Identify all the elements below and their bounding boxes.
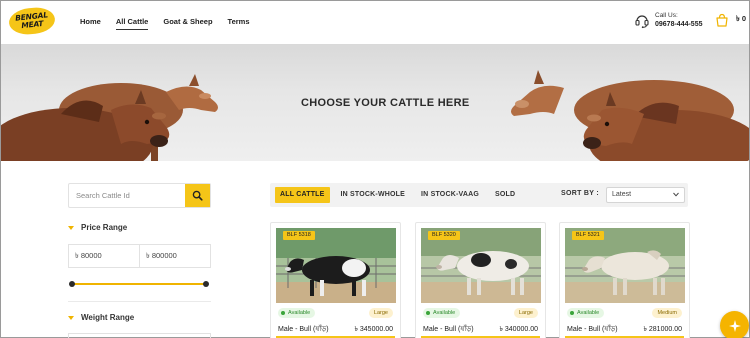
cattle-card[interactable]: BLF 5321 Available Medium Male - Bull (ষ… <box>559 222 690 338</box>
tab-in-stock-vaag[interactable]: IN STOCK-VAAG <box>416 187 484 203</box>
price-range-title: Price Range <box>81 223 128 232</box>
cattle-right-image <box>511 70 749 161</box>
caret-down-icon <box>68 225 74 230</box>
price-max-field[interactable]: ৳ 800000 <box>139 245 210 267</box>
cart-total: ৳ 0 <box>736 14 746 23</box>
status-text: Available <box>288 310 311 316</box>
weight-range-toggle[interactable]: Weight Range <box>68 313 134 322</box>
cattle-title[interactable]: Male - Bull (ষাঁড়) <box>423 323 474 335</box>
chevron-down-icon <box>673 192 679 197</box>
site-header: BENGAL MEAT Home All Cattle Goat & Sheep… <box>1 1 749 43</box>
size-badge: Large <box>368 308 393 318</box>
cattle-card[interactable]: BLF 5320 Available Large Male - Bull (ষা… <box>415 222 546 338</box>
nav-terms[interactable]: Terms <box>228 17 250 30</box>
status-dot-icon <box>281 311 285 315</box>
status-dot-icon <box>570 311 574 315</box>
cattle-code-badge: BLF 5320 <box>428 231 460 240</box>
sort-label: SORT BY : <box>561 190 599 197</box>
nav-all-cattle[interactable]: All Cattle <box>115 17 149 30</box>
status-badge: Available <box>423 308 461 318</box>
slider-max-handle[interactable] <box>203 281 209 287</box>
shopping-bag-icon <box>716 13 728 27</box>
weight-range-title: Weight Range <box>81 313 135 322</box>
contact-info[interactable]: Call Us: 09678-444-555 <box>634 12 703 29</box>
cattle-code-badge: BLF 5321 <box>572 231 604 240</box>
weight-range-inputs[interactable] <box>68 333 211 338</box>
price-range-toggle[interactable]: Price Range <box>68 223 127 232</box>
cart-button[interactable]: ৳ 0 <box>715 13 746 27</box>
banner-title: CHOOSE YOUR CATTLE HERE <box>301 97 470 109</box>
price-range-slider[interactable] <box>69 281 209 287</box>
status-text: Available <box>577 310 600 316</box>
logo-line2: MEAT <box>20 18 44 31</box>
contact-label: Call Us: <box>655 12 678 19</box>
caret-down-icon <box>68 315 74 320</box>
sort-select[interactable]: Latest <box>606 187 685 203</box>
cattle-title[interactable]: Male - Bull (ষাঁড়) <box>567 323 618 335</box>
nav-goat-sheep[interactable]: Goat & Sheep <box>163 17 212 30</box>
tab-all-cattle[interactable]: ALL CATTLE <box>275 187 330 203</box>
floating-action-button[interactable] <box>720 311 749 338</box>
cattle-price: ৳ 281000.00 <box>643 326 682 333</box>
slider-min-handle[interactable] <box>69 281 75 287</box>
search-input[interactable] <box>69 184 186 207</box>
brand-logo[interactable]: BENGAL MEAT <box>7 5 57 37</box>
cattle-left-image <box>1 74 218 161</box>
price-min-field[interactable]: ৳ 80000 <box>69 245 139 267</box>
contact-phone[interactable]: 09678-444-555 <box>655 20 703 29</box>
search-box <box>68 183 211 208</box>
cattle-code-badge: BLF 5318 <box>283 231 315 240</box>
search-button[interactable] <box>185 184 210 207</box>
sparkle-icon <box>728 319 741 332</box>
main-nav: Home All Cattle Goat & Sheep Terms <box>80 17 265 30</box>
status-text: Available <box>433 310 456 316</box>
cattle-price: ৳ 345000.00 <box>354 326 393 333</box>
cattle-price: ৳ 340000.00 <box>499 326 538 333</box>
status-badge: Available <box>278 308 316 318</box>
tab-sold[interactable]: SOLD <box>490 187 520 203</box>
size-badge: Large <box>513 308 538 318</box>
headset-icon <box>635 14 649 28</box>
search-icon <box>192 190 203 201</box>
price-range-inputs: ৳ 80000 ৳ 800000 <box>68 244 211 268</box>
status-badge: Available <box>567 308 605 318</box>
status-dot-icon <box>426 311 430 315</box>
sidebar-divider <box>68 301 211 302</box>
cattle-title[interactable]: Male - Bull (ষাঁড়) <box>278 323 329 335</box>
sort-value: Latest <box>612 191 632 198</box>
nav-home[interactable]: Home <box>80 17 101 30</box>
tab-in-stock-whole[interactable]: IN STOCK-WHOLE <box>336 187 411 203</box>
hero-banner: CHOOSE YOUR CATTLE HERE <box>1 44 749 161</box>
size-badge: Medium <box>652 308 682 318</box>
cattle-card[interactable]: BLF 5318 Available Large Male - Bull (ষা… <box>270 222 401 338</box>
slider-track <box>71 283 207 285</box>
